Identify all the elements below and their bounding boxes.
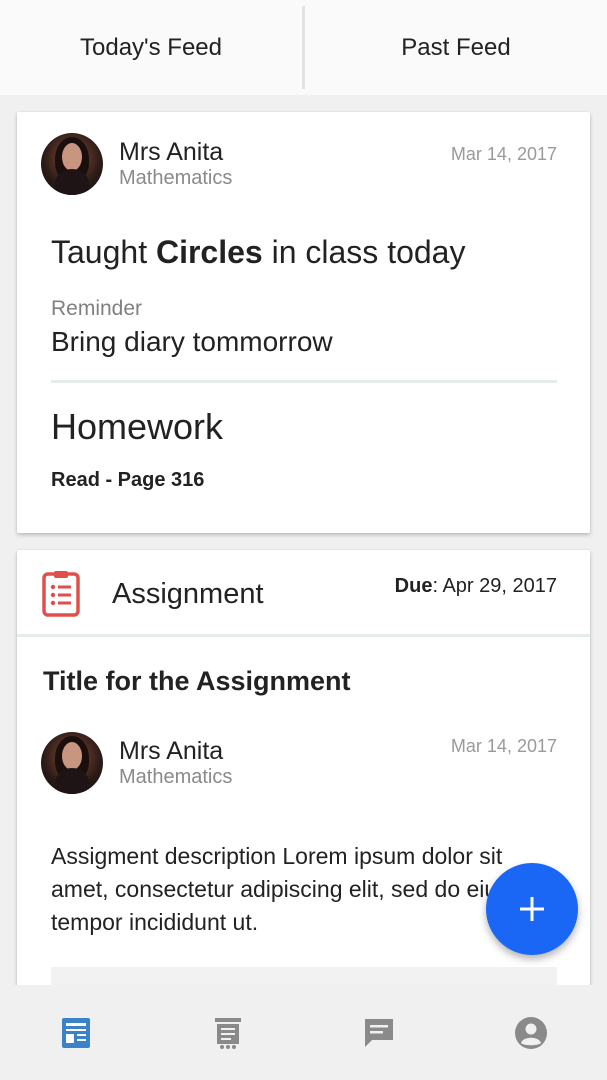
avatar[interactable] xyxy=(41,133,103,195)
attachment-box[interactable] xyxy=(51,967,557,985)
daily-update-card[interactable]: Mrs Anita Mathematics Mar 14, 2017 Taugh… xyxy=(17,112,590,533)
homework-text: Read - Page 316 xyxy=(51,469,205,491)
bottom-nav xyxy=(0,985,607,1080)
author-subject: Mathematics xyxy=(119,766,233,788)
homework-title: Homework xyxy=(51,406,224,447)
nav-item-account[interactable] xyxy=(455,1015,607,1051)
assignment-title: Title for the Assignment xyxy=(43,666,351,696)
plus-icon xyxy=(520,897,544,921)
avatar[interactable] xyxy=(41,732,103,794)
nav-item-receipts[interactable] xyxy=(152,1015,304,1051)
post-date: Mar 14, 2017 xyxy=(450,144,557,164)
author-block: Mrs Anita Mathematics xyxy=(41,133,232,195)
due-label: Due xyxy=(394,575,433,597)
divider xyxy=(17,634,590,637)
message-icon xyxy=(365,1018,394,1047)
reminder-text: Bring diary tommorrow xyxy=(51,326,333,357)
assignment-list-icon xyxy=(42,571,80,617)
due-date: Due: Apr 29, 2017 xyxy=(395,575,557,598)
reminder-label: Reminder xyxy=(51,297,143,320)
author-name: Mrs Anita xyxy=(119,138,224,166)
author-name: Mrs Anita xyxy=(119,737,224,765)
receipt-icon xyxy=(214,1017,241,1049)
assignment-description: Assigment description Lorem ipsum dolor … xyxy=(51,843,554,935)
assignment-label: Assignment xyxy=(112,578,264,610)
nav-item-messages[interactable] xyxy=(304,1015,456,1051)
nav-item-feed[interactable] xyxy=(0,1015,152,1051)
taught-suffix: in class today xyxy=(262,234,466,270)
due-value: : Apr 29, 2017 xyxy=(432,575,557,597)
divider xyxy=(51,380,557,383)
feed-icon xyxy=(61,1017,90,1048)
post-date: Mar 14, 2017 xyxy=(450,736,557,756)
feed-list[interactable]: Mrs Anita Mathematics Mar 14, 2017 Taugh… xyxy=(0,95,607,985)
taught-topic: Circles xyxy=(155,234,263,270)
taught-topic-line: Taught Circles in class today xyxy=(51,234,465,271)
tab-past-feed[interactable]: Past Feed xyxy=(305,0,607,95)
account-icon xyxy=(515,1016,548,1049)
author-block: Mrs Anita Mathematics xyxy=(41,732,232,794)
feed-tabs: Today's Feed Past Feed xyxy=(0,0,607,95)
author-subject: Mathematics xyxy=(119,167,233,189)
taught-prefix: Taught xyxy=(51,234,156,270)
tab-todays-feed[interactable]: Today's Feed xyxy=(0,0,302,95)
add-button[interactable] xyxy=(486,863,578,955)
assignment-header: Assignment Due: Apr 29, 2017 xyxy=(17,550,590,636)
